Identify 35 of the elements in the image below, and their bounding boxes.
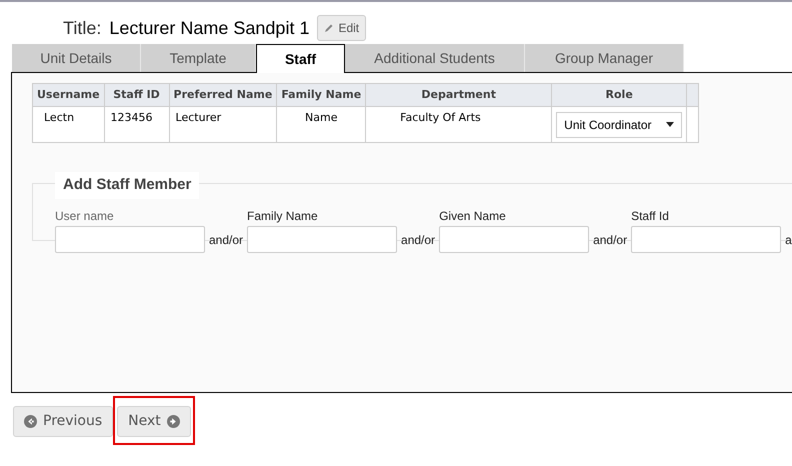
tab[interactable]: Group Manager [525,44,684,72]
title-label: Title: [63,16,102,40]
tab[interactable]: Template [141,44,256,72]
previous-button[interactable]: Previous [13,406,114,437]
joiner-text: and/or [592,232,628,248]
pencil-icon [324,23,334,33]
field-label: Given Name [439,209,507,223]
field-label: Staff Id [631,209,670,223]
caret-icon [666,122,674,127]
tab[interactable]: Staff [256,44,345,73]
section-legend: Add Staff Member [55,172,200,198]
field-label: User name [55,209,115,223]
search-field[interactable] [247,226,398,253]
column-header: Role [552,84,687,106]
next-button[interactable]: Next [117,406,191,437]
table-cell: Faculty Of Arts [366,106,552,142]
role-dropdown[interactable]: Unit Coordinator [556,112,682,138]
joiner-text: a [784,232,792,248]
table-cell: Name [276,106,366,142]
search-field[interactable] [439,226,590,253]
table-cell: 123456 [104,106,170,142]
column-header: Preferred Name [169,84,277,106]
table-cell: Lectn [32,106,104,142]
table-cell: Lecturer [169,106,277,142]
unit-title: Lecturer Name Sandpit 1 [109,16,310,40]
search-field[interactable] [631,226,782,253]
tab[interactable]: Unit Details [12,44,141,72]
field-label: Family Name [247,209,319,223]
joiner-text: and/or [208,232,244,248]
search-field[interactable] [55,226,205,253]
tab[interactable]: Additional Students [345,44,525,72]
column-header: Department [366,84,552,106]
joiner-text: and/or [400,232,436,248]
column-header: Username [32,84,104,106]
edit-button[interactable]: Edit [317,15,366,41]
